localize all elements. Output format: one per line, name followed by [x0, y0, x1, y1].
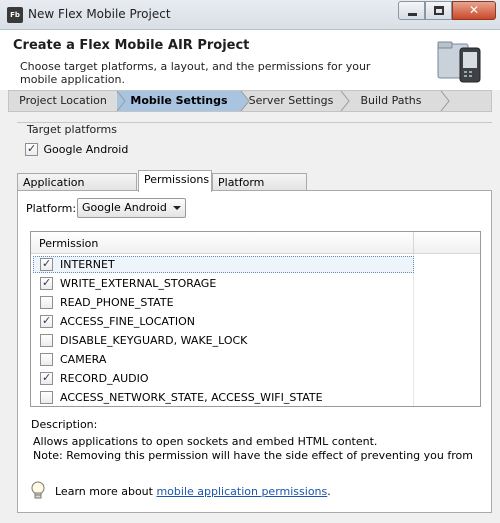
permission-label: ACCESS_FINE_LOCATION	[60, 315, 195, 328]
settings-tabs: Application Template Permissions Platfor…	[17, 170, 492, 206]
page-description: Choose target platforms, a layout, and t…	[20, 60, 371, 86]
table-row[interactable]: ACCESS_FINE_LOCATION	[31, 312, 480, 331]
mobile-permissions-link[interactable]: mobile application permissions	[156, 485, 327, 498]
wizard-header: Create a Flex Mobile AIR Project Choose …	[0, 30, 500, 90]
table-row[interactable]: INTERNET	[31, 255, 480, 274]
tab-permissions[interactable]: Permissions	[138, 170, 212, 192]
permissions-panel: Platform: Google Android Permission INTE…	[17, 190, 492, 513]
permission-label: INTERNET	[60, 258, 115, 271]
permission-checkbox[interactable]	[40, 296, 53, 309]
permission-label: DISABLE_KEYGUARD, WAKE_LOCK	[60, 334, 248, 347]
permission-checkbox[interactable]	[40, 314, 53, 328]
description-text: Allows applications to open sockets and …	[33, 435, 483, 463]
minimize-icon	[408, 13, 417, 16]
column-divider	[413, 232, 414, 254]
platform-select-value: Google Android	[82, 201, 167, 214]
lightbulb-icon	[31, 481, 45, 499]
permission-label: READ_PHONE_STATE	[60, 296, 174, 309]
tab-application-template[interactable]: Application Template	[17, 173, 137, 206]
chevron-down-icon	[173, 206, 181, 210]
mobile-device-icon	[437, 41, 481, 83]
target-platforms-group: Target platforms Google Android	[17, 122, 492, 162]
permission-column-header[interactable]: Permission	[39, 237, 98, 250]
table-row[interactable]: DISABLE_KEYGUARD, WAKE_LOCK	[31, 331, 480, 350]
target-platforms-label: Target platforms	[25, 123, 119, 136]
description-label: Description:	[31, 418, 98, 431]
page-title: Create a Flex Mobile AIR Project	[13, 38, 250, 53]
permission-label: CAMERA	[60, 353, 107, 366]
tab-platform-settings[interactable]: Platform Settings	[212, 173, 307, 206]
minimize-button[interactable]	[398, 1, 425, 20]
permission-label: RECORD_AUDIO	[60, 372, 149, 385]
maximize-icon	[434, 6, 444, 15]
wizard-steps: Project Location Mobile Settings Server …	[8, 90, 492, 112]
step-separators	[116, 91, 450, 111]
google-android-option[interactable]: Google Android	[25, 142, 128, 156]
description-line: Note: Removing this permission will have…	[33, 449, 473, 462]
permission-checkbox[interactable]	[40, 334, 53, 347]
google-android-label: Google Android	[43, 142, 129, 156]
table-row[interactable]: WRITE_EXTERNAL_STORAGE	[31, 274, 480, 293]
window-title: New Flex Mobile Project	[28, 7, 171, 21]
permission-label: ACCESS_NETWORK_STATE, ACCESS_WIFI_STATE	[60, 391, 323, 404]
title-bar: Fb New Flex Mobile Project ✕	[0, 0, 500, 30]
permission-label: WRITE_EXTERNAL_STORAGE	[60, 277, 217, 290]
permissions-table: Permission INTERNET WRITE_EXTERNAL_STORAG…	[30, 231, 481, 407]
permission-checkbox[interactable]	[40, 391, 53, 404]
close-icon: ✕	[468, 3, 480, 17]
table-row[interactable]: CAMERA	[31, 350, 480, 369]
platform-select[interactable]: Google Android	[77, 198, 186, 218]
flash-builder-icon: Fb	[7, 7, 23, 23]
permission-checkbox[interactable]	[40, 276, 53, 290]
platform-label: Platform:	[26, 202, 77, 215]
table-row[interactable]: ACCESS_NETWORK_STATE, ACCESS_WIFI_STATE	[31, 388, 480, 407]
google-android-checkbox[interactable]	[25, 142, 38, 156]
permission-checkbox[interactable]	[40, 371, 53, 385]
permission-checkbox[interactable]	[40, 353, 53, 366]
maximize-button[interactable]	[425, 1, 452, 20]
table-row[interactable]: RECORD_AUDIO	[31, 369, 480, 388]
learn-more-suffix: .	[327, 485, 331, 498]
description-line: Allows applications to open sockets and …	[33, 435, 378, 448]
close-button[interactable]: ✕	[452, 1, 496, 20]
permission-checkbox[interactable]	[40, 257, 53, 271]
table-row[interactable]: READ_PHONE_STATE	[31, 293, 480, 312]
learn-more-prefix: Learn more about	[55, 485, 157, 498]
table-header: Permission	[31, 232, 480, 254]
learn-more-text: Learn more about mobile application perm…	[55, 485, 331, 498]
